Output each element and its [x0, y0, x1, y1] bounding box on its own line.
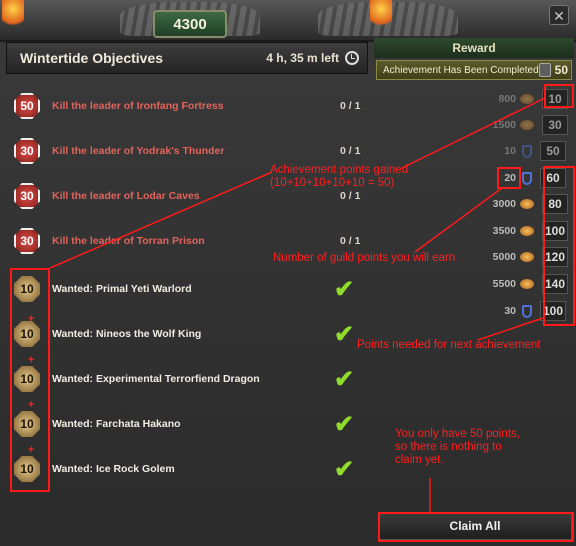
guild-shield-icon	[522, 304, 532, 318]
completed-label: Achievement Has Been Completed	[383, 64, 539, 76]
objective-label: Wanted: Primal Yeti Warlord	[52, 283, 192, 295]
objective-label: Kill the leader of Lodar Caves	[52, 190, 200, 202]
top-ornament: 4300 ✕	[0, 0, 576, 42]
reward-header: Reward	[374, 38, 574, 58]
objective-progress: 0 / 1	[340, 100, 361, 112]
check-icon: ✔	[334, 275, 355, 303]
annotation-box-wanted-points	[10, 268, 50, 492]
completed-points: 50	[554, 63, 568, 77]
check-icon: ✔	[334, 410, 355, 438]
coin-icon	[520, 279, 534, 289]
check-icon: ✔	[334, 365, 355, 393]
annotation-box-guild-req	[497, 167, 521, 189]
reward-requirement: 800	[498, 93, 516, 105]
annotation-box-points-column	[543, 166, 575, 326]
guild-shield-icon	[522, 144, 532, 158]
objective-label: Kill the leader of Ironfang Fortress	[52, 100, 224, 112]
objective-label: Wanted: Experimental Terrorfiend Dragon	[52, 373, 260, 385]
annotation-line: (10+10+10+10+10 = 50)	[270, 177, 395, 190]
plus-sign: +	[28, 444, 35, 456]
coin-icon	[520, 120, 534, 130]
objective-points-badge: 50	[14, 93, 40, 119]
clock-icon	[345, 51, 359, 65]
time-left: 4 h, 35 m left	[266, 51, 339, 65]
reward-requirement: 3000	[492, 198, 516, 210]
objectives-window: 4300 ✕ Wintertide Objectives 4 h, 35 m l…	[0, 0, 576, 546]
total-score: 4300	[153, 10, 227, 38]
annotation-points-needed: Points needed for next achievement	[357, 339, 541, 351]
torch-icon	[2, 0, 24, 30]
check-icon: ✔	[334, 320, 355, 348]
objective-label: Wanted: Nineos the Wolf King	[52, 328, 202, 340]
annotation-line: so there is nothing to	[395, 441, 502, 454]
objective-row: 10 Wanted: Ice Rock Golem ✔	[6, 449, 368, 489]
objective-label: Wanted: Ice Rock Golem	[52, 463, 175, 475]
objective-points-badge: 30	[14, 228, 40, 254]
objective-row: 10 Wanted: Nineos the Wolf King ✔	[6, 314, 368, 354]
annotation-line: You only have 50 points,	[395, 428, 520, 440]
objective-label: Wanted: Farchata Hakano	[52, 418, 181, 430]
page-title: Wintertide Objectives	[20, 50, 164, 66]
annotation-box-completed-points	[544, 84, 574, 108]
annotation-guild-points: Number of guild points you will earn	[273, 252, 456, 264]
reward-requirement: 3500	[492, 225, 516, 237]
reward-row[interactable]: 10 50	[480, 140, 574, 162]
achievement-badge-icon	[538, 63, 551, 77]
objective-row: 50 Kill the leader of Ironfang Fortress …	[6, 86, 368, 126]
guild-shield-icon	[522, 171, 532, 185]
objective-progress: 0 / 1	[340, 190, 361, 202]
reward-points: 30	[542, 115, 568, 135]
objective-label: Kill the leader of Yodrak's Thunder	[52, 145, 225, 157]
objective-row: 10 Wanted: Primal Yeti Warlord ✔	[6, 269, 368, 309]
objective-progress: 0 / 1	[340, 235, 361, 247]
reward-requirement: 5500	[492, 278, 516, 290]
objective-progress: 0 / 1	[340, 145, 361, 157]
reward-requirement: 5000	[492, 251, 516, 263]
annotation-line: Achievement points gained	[270, 164, 409, 176]
annotation-line: claim yet.	[395, 454, 444, 467]
reward-requirement: 30	[504, 305, 516, 317]
coin-icon	[520, 94, 534, 104]
annotation-box-claim	[378, 512, 574, 542]
plus-sign: +	[28, 313, 35, 325]
objective-label: Kill the leader of Torran Prison	[52, 235, 205, 247]
objective-points-badge: 30	[14, 138, 40, 164]
torch-icon	[370, 0, 392, 30]
coin-icon	[520, 252, 534, 262]
objectives-header: Wintertide Objectives 4 h, 35 m left	[6, 42, 368, 74]
coin-icon	[520, 199, 534, 209]
reward-requirement: 1500	[492, 119, 516, 131]
achievement-completed-bar: Achievement Has Been Completed 50	[376, 60, 572, 80]
annotation-achievement: Achievement points gained (10+10+10+10+1…	[270, 164, 408, 190]
plus-sign: +	[28, 354, 35, 366]
reward-requirement: 10	[504, 145, 516, 157]
reward-row[interactable]: 1500 30	[480, 114, 574, 136]
coin-icon	[520, 226, 534, 236]
check-icon: ✔	[334, 455, 355, 483]
close-button[interactable]: ✕	[549, 5, 569, 25]
reward-points: 50	[540, 141, 566, 161]
objective-row: 10 Wanted: Farchata Hakano ✔	[6, 404, 368, 444]
annotation-claim-note: You only have 50 points, so there is not…	[395, 428, 520, 468]
plus-sign: +	[28, 399, 35, 411]
objective-points-badge: 30	[14, 183, 40, 209]
objective-row: 10 Wanted: Experimental Terrorfiend Drag…	[6, 359, 368, 399]
